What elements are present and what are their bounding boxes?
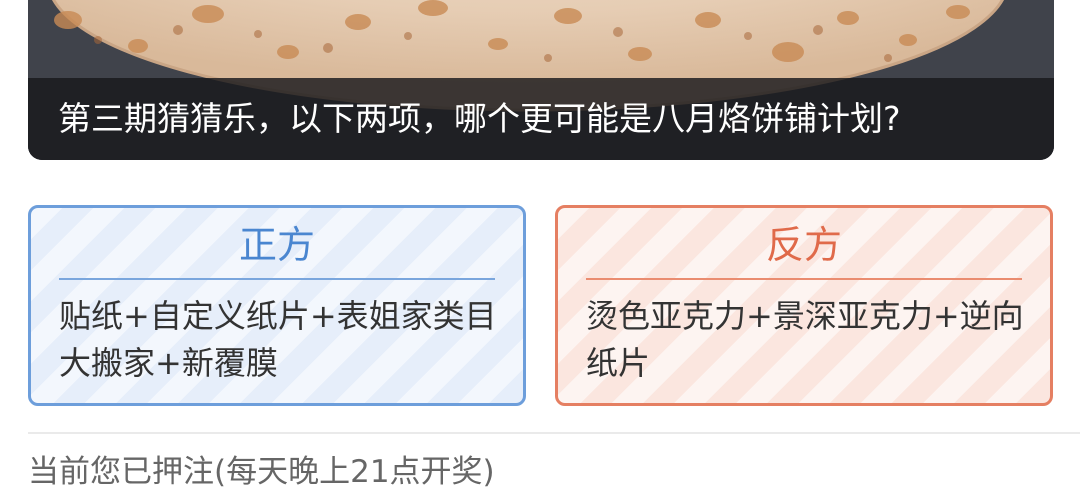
banner-caption: 第三期猜猜乐，以下两项，哪个更可能是八月烙饼铺计划? — [28, 78, 1054, 160]
bet-status-text: 当前您已押注(每天晚上21点开奖) — [28, 454, 495, 490]
option-card-con[interactable]: 反方 烫色亚克力+景深亚克力+逆向纸片 — [555, 205, 1053, 406]
option-text-pro: 贴纸+自定义纸片+表姐家类目大搬家+新覆膜 — [59, 297, 497, 382]
option-title-pro: 正方 — [59, 214, 495, 280]
option-title-con: 反方 — [586, 214, 1022, 280]
option-text-con: 烫色亚克力+景深亚克力+逆向纸片 — [586, 297, 1024, 382]
option-card-pro[interactable]: 正方 贴纸+自定义纸片+表姐家类目大搬家+新覆膜 — [28, 205, 526, 406]
banner-image: 第三期猜猜乐，以下两项，哪个更可能是八月烙饼铺计划? — [28, 0, 1054, 160]
divider — [28, 432, 1080, 434]
